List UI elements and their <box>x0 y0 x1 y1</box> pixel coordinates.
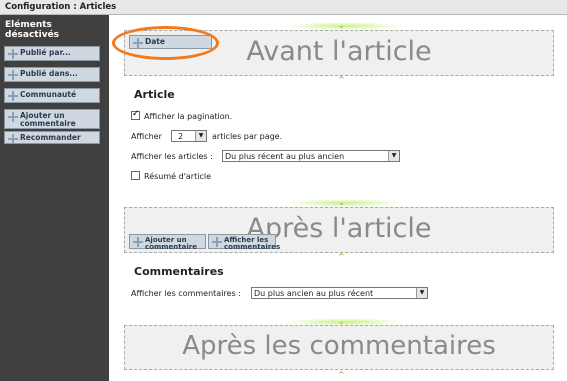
per-page-value: 2 <box>178 132 184 141</box>
drag-handle-icon <box>8 112 18 122</box>
drop-indicator-chevron-up-icon: ^ <box>338 252 345 261</box>
highlight-annotation <box>112 26 219 60</box>
sidebar-item-label: Publié dans... <box>20 69 78 78</box>
article-order-value: Du plus récent au plus ancien <box>225 152 345 161</box>
sidebar-item-recommander[interactable]: Recommander <box>4 131 100 144</box>
drop-indicator-chevron-down-icon: ⌄ <box>338 21 345 30</box>
disabled-elements-panel: Eléments désactivés Publié par... Publié… <box>0 15 109 381</box>
drag-handle-icon <box>8 70 18 80</box>
summary-label: Résumé d'article <box>144 172 211 181</box>
comments-order-select[interactable]: Du plus ancien au plus récent ▼ <box>251 287 428 299</box>
zone-item-label: Ajouter un commentaire <box>145 236 197 251</box>
drop-indicator-chevron-up-icon: ^ <box>338 75 345 84</box>
drop-indicator-chevron-down-icon: ⌄ <box>338 198 345 207</box>
sidebar-item-label: Recommander <box>20 133 81 142</box>
comments-order-label: Afficher les commentaires : <box>131 289 241 298</box>
window-title: Configuration : Articles <box>0 0 567 15</box>
sidebar-title: Eléments désactivés <box>5 20 60 40</box>
chevron-down-icon: ▼ <box>416 288 427 298</box>
article-section-title: Article <box>134 88 175 101</box>
comments-order-value: Du plus ancien au plus récent <box>254 289 374 298</box>
pagination-checkbox[interactable] <box>131 109 140 120</box>
zone-item-ajouter-commentaire[interactable]: Ajouter un commentaire <box>129 234 206 251</box>
zone-after-article[interactable]: Après l'article Ajouter un commentaire A… <box>124 207 554 253</box>
zone-after-comments[interactable]: Après les commentaires <box>124 325 554 370</box>
pagination-row: Afficher la pagination. <box>131 109 233 121</box>
chevron-down-icon: ▼ <box>388 151 399 161</box>
order-label: Afficher les articles : <box>131 152 213 161</box>
pagination-label: Afficher la pagination. <box>144 112 233 121</box>
summary-row: Résumé d'article <box>131 171 211 181</box>
sidebar-item-label: Publié par... <box>20 48 71 57</box>
sidebar-item-publie-dans[interactable]: Publié dans... <box>4 67 100 82</box>
zone-label: Après les commentaires <box>182 331 496 361</box>
per-page-suffix: articles par page. <box>212 132 283 141</box>
show-prefix-label: Afficher <box>131 132 162 141</box>
drop-indicator-chevron-up-icon: ^ <box>338 370 345 379</box>
drag-handle-icon <box>8 49 18 59</box>
sidebar-item-communaute[interactable]: Communauté <box>4 88 100 103</box>
drag-handle-icon <box>8 91 18 101</box>
zone-item-afficher-commentaires[interactable]: Afficher les commentaires <box>208 234 280 251</box>
chevron-down-icon: ▼ <box>195 131 206 141</box>
comments-section-title: Commentaires <box>134 265 224 278</box>
summary-checkbox[interactable] <box>131 171 140 180</box>
per-page-select[interactable]: 2 ▼ <box>171 130 207 142</box>
drag-handle-icon <box>212 237 222 247</box>
sidebar-item-label: Ajouter un commentaire <box>20 111 76 128</box>
sidebar-item-publie-par[interactable]: Publié par... <box>4 46 100 61</box>
drag-handle-icon <box>8 134 18 144</box>
article-order-select[interactable]: Du plus récent au plus ancien ▼ <box>222 150 400 162</box>
sidebar-item-ajouter-commentaire[interactable]: Ajouter un commentaire <box>4 109 100 129</box>
sidebar-item-label: Communauté <box>20 90 77 99</box>
drag-handle-icon <box>133 237 143 247</box>
zone-item-label: Afficher les commentaires <box>224 236 281 251</box>
